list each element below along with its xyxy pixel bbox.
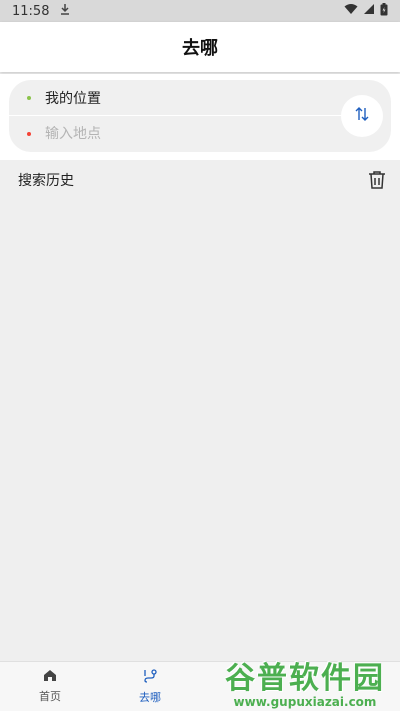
battery-icon (380, 2, 388, 20)
watermark: 谷普软件园 www.gupuxiazai.com (210, 660, 400, 711)
origin-field[interactable]: 我的位置 (9, 80, 339, 116)
swap-button[interactable] (341, 95, 383, 137)
app-header: 去哪 (0, 22, 400, 72)
signal-icon (363, 3, 375, 19)
wifi-icon (344, 3, 358, 19)
home-icon (43, 669, 57, 685)
status-time: 11:58 (12, 3, 50, 19)
search-history-header: 搜索历史 (0, 162, 400, 198)
destination-field[interactable] (9, 116, 339, 152)
nav-label-home: 首页 (39, 690, 61, 703)
page-title: 去哪 (182, 38, 218, 59)
destination-input[interactable] (45, 126, 305, 142)
nav-item-route[interactable]: 去哪 (100, 662, 200, 711)
watermark-title: 谷普软件园 (225, 660, 385, 696)
status-icons (344, 2, 388, 20)
nav-item-home[interactable]: 首页 (0, 662, 100, 711)
route-icon (143, 668, 157, 686)
nav-label-route: 去哪 (139, 690, 161, 704)
destination-dot (27, 132, 31, 136)
route-card: 我的位置 (9, 80, 391, 152)
watermark-url: www.gupuxiazai.com (233, 694, 377, 709)
trash-icon[interactable] (368, 170, 386, 190)
route-panel: 我的位置 (0, 74, 400, 160)
download-icon (59, 3, 71, 19)
origin-text: 我的位置 (45, 91, 101, 107)
origin-dot (27, 96, 31, 100)
search-history-label: 搜索历史 (18, 173, 74, 189)
swap-icon (355, 106, 369, 126)
status-bar: 11:58 (0, 0, 400, 22)
